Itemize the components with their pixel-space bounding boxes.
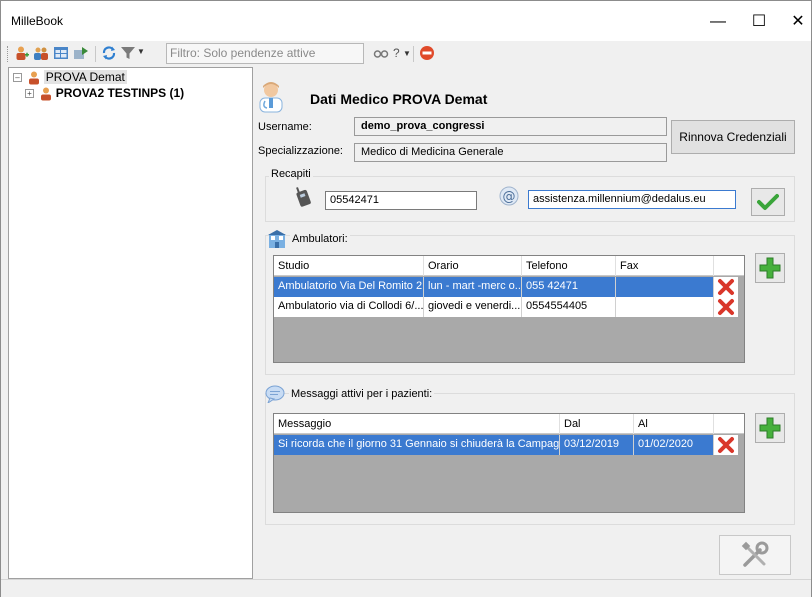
collapse-icon[interactable]: –	[13, 73, 22, 83]
delete-icon	[718, 299, 734, 315]
export-icon[interactable]	[73, 45, 89, 61]
speech-bubble-icon	[265, 385, 285, 403]
maximize-button[interactable]: ☐	[747, 11, 771, 33]
close-button[interactable]: ✕	[786, 11, 810, 33]
building-icon	[268, 230, 286, 248]
plus-icon	[759, 257, 781, 279]
username-label: Username:	[258, 121, 312, 133]
save-contacts-button[interactable]	[751, 188, 785, 216]
delete-icon	[718, 437, 734, 453]
delete-row-button[interactable]	[714, 435, 738, 455]
expand-icon[interactable]: +	[25, 89, 34, 99]
tree-node-root[interactable]: – PROVA Demat	[13, 70, 127, 85]
glasses-icon[interactable]	[373, 45, 389, 61]
cell-studio: Ambulatorio Via Del Romito 2	[274, 277, 424, 297]
table-header: Studio Orario Telefono Fax	[274, 256, 744, 276]
tools-icon	[741, 541, 769, 567]
column-header-telefono[interactable]: Telefono	[522, 256, 616, 276]
stop-icon[interactable]	[419, 45, 435, 61]
table-icon[interactable]	[53, 45, 69, 61]
tree-node-label: PROVA Demat	[43, 70, 127, 84]
doctor-details-panel: Dati Medico PROVA Demat Username: demo_p…	[253, 67, 811, 579]
delete-row-button[interactable]	[714, 277, 738, 297]
delete-icon	[718, 279, 734, 295]
delete-row-button[interactable]	[714, 297, 738, 317]
column-header-dal[interactable]: Dal	[560, 414, 634, 434]
app-window: MilleBook — ☐ ✕ ▼ Filtro: Solo pendenze …	[0, 0, 812, 597]
checkmark-icon	[757, 194, 779, 210]
filter-icon[interactable]	[120, 45, 136, 61]
doctor-avatar-icon	[259, 82, 283, 113]
cell-orario: lun - mart -merc o...	[424, 277, 522, 297]
filter-input[interactable]: Filtro: Solo pendenze attive	[166, 43, 364, 64]
messages-table[interactable]: Messaggio Dal Al Si ricorda che il giorn…	[273, 413, 745, 513]
help-dropdown-arrow-icon[interactable]: ▼	[403, 49, 411, 58]
cell-messaggio: Si ricorda che il giorno 31 Gennaio si c…	[274, 435, 560, 455]
tree-node-child[interactable]: + PROVA2 TESTINPS (1)	[25, 86, 184, 101]
patient-tree[interactable]: – PROVA Demat + PROVA2 TESTINPS (1)	[8, 67, 253, 579]
add-message-button[interactable]	[755, 413, 785, 443]
ambulatori-label: Ambulatori:	[290, 233, 350, 245]
cell-fax	[616, 277, 714, 297]
toolbar-grip	[7, 46, 10, 62]
svg-text:@: @	[503, 190, 516, 205]
renew-credentials-button[interactable]: Rinnova Credenziali	[671, 120, 795, 154]
page-title: Dati Medico PROVA Demat	[310, 91, 488, 107]
filter-dropdown-arrow-icon[interactable]: ▼	[137, 47, 145, 56]
column-header-messaggio[interactable]: Messaggio	[274, 414, 560, 434]
status-bar	[1, 579, 811, 597]
specialization-field: Medico di Medicina Generale	[354, 143, 667, 162]
minimize-button[interactable]: —	[706, 11, 730, 33]
title-bar: MilleBook — ☐ ✕	[1, 1, 811, 41]
plus-icon	[759, 417, 781, 439]
user-add-icon[interactable]	[14, 45, 30, 61]
users-icon[interactable]	[33, 45, 49, 61]
cell-fax	[616, 297, 714, 317]
cell-dal: 03/12/2019	[560, 435, 634, 455]
table-row[interactable]: Ambulatorio via di Collodi 6/... giovedi…	[274, 297, 744, 317]
cell-studio: Ambulatorio via di Collodi 6/...	[274, 297, 424, 317]
phone-icon	[296, 187, 311, 207]
table-row[interactable]: Si ricorda che il giorno 31 Gennaio si c…	[274, 435, 744, 455]
settings-button[interactable]	[719, 535, 791, 575]
refresh-icon[interactable]	[101, 45, 117, 61]
table-row[interactable]: Ambulatorio Via Del Romito 2 lun - mart …	[274, 277, 744, 297]
window-title: MilleBook	[11, 14, 64, 28]
username-field: demo_prova_congressi	[354, 117, 667, 136]
messages-label: Messaggi attivi per i pazienti:	[289, 388, 435, 400]
cell-telefono: 055 42471	[522, 277, 616, 297]
contacts-legend: Recapiti	[269, 168, 313, 180]
patient-icon	[41, 87, 52, 101]
toolbar-separator	[95, 46, 96, 62]
column-header-al[interactable]: Al	[634, 414, 714, 434]
tree-node-label: PROVA2 TESTINPS (1)	[55, 86, 185, 100]
cell-al: 01/02/2020	[634, 435, 714, 455]
doctor-icon	[29, 71, 40, 85]
email-at-icon: @	[499, 186, 519, 206]
column-header-fax[interactable]: Fax	[616, 256, 714, 276]
cell-orario: giovedi e venerdi...	[424, 297, 522, 317]
add-ambulatorio-button[interactable]	[755, 253, 785, 283]
specialization-label: Specializzazione:	[258, 145, 343, 157]
ambulatori-table[interactable]: Studio Orario Telefono Fax Ambulatorio V…	[273, 255, 745, 363]
email-input[interactable]: assistenza.millennium@dedalus.eu	[528, 190, 736, 209]
cell-telefono: 0554554405	[522, 297, 616, 317]
phone-input[interactable]: 05542471	[325, 191, 477, 210]
column-header-studio[interactable]: Studio	[274, 256, 424, 276]
toolbar: ▼ Filtro: Solo pendenze attive ? ▼	[1, 41, 811, 67]
column-header-orario[interactable]: Orario	[424, 256, 522, 276]
toolbar-separator	[413, 46, 414, 62]
help-button[interactable]: ?	[393, 46, 400, 60]
table-header: Messaggio Dal Al	[274, 414, 744, 434]
